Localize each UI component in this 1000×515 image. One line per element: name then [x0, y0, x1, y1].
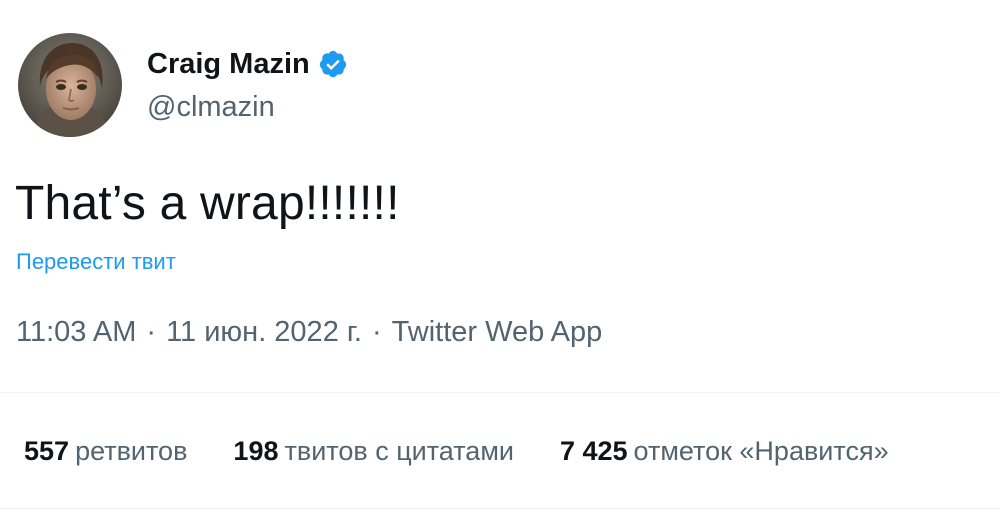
verified-badge-icon: [318, 49, 348, 79]
retweets-stat[interactable]: 557 ретвитов: [24, 436, 187, 467]
meta-separator: ·: [371, 316, 382, 348]
tweet-text: That’s a wrap!!!!!!!: [15, 177, 400, 230]
likes-count: 7 425: [559, 436, 628, 466]
tweet-source[interactable]: Twitter Web App: [392, 316, 603, 349]
likes-label: отметок «Нравится»: [633, 436, 889, 466]
author-display-name[interactable]: Craig Mazin: [147, 48, 310, 81]
retweets-label: ретвитов: [75, 436, 188, 466]
avatar[interactable]: [18, 33, 122, 137]
tweet-card: Craig Mazin @clmazin That’s a wrap!!!!!!…: [0, 0, 1000, 515]
tweet-time[interactable]: 11:03 AM: [16, 316, 136, 349]
tweet-date[interactable]: 11 июн. 2022 г.: [166, 316, 362, 349]
divider: [0, 508, 1000, 509]
meta-separator: ·: [146, 316, 157, 348]
divider: [0, 392, 1000, 393]
quote-tweets-stat[interactable]: 198 твитов с цитатами: [233, 436, 514, 467]
likes-stat[interactable]: 7 425 отметок «Нравится»: [560, 436, 889, 467]
avatar-image: [18, 33, 122, 137]
tweet-meta: 11:03 AM · 11 июн. 2022 г. · Twitter Web…: [16, 316, 602, 349]
engagement-stats: 557 ретвитов 198 твитов с цитатами 7 425 от…: [24, 436, 889, 467]
retweets-count: 557: [24, 436, 70, 466]
author-handle[interactable]: @clmazin: [147, 91, 275, 124]
quote-tweets-count: 198: [233, 436, 279, 466]
translate-tweet-link[interactable]: Перевести твит: [16, 249, 176, 275]
quote-tweets-label: твитов с цитатами: [284, 436, 514, 466]
author-name-row: Craig Mazin: [147, 46, 348, 82]
